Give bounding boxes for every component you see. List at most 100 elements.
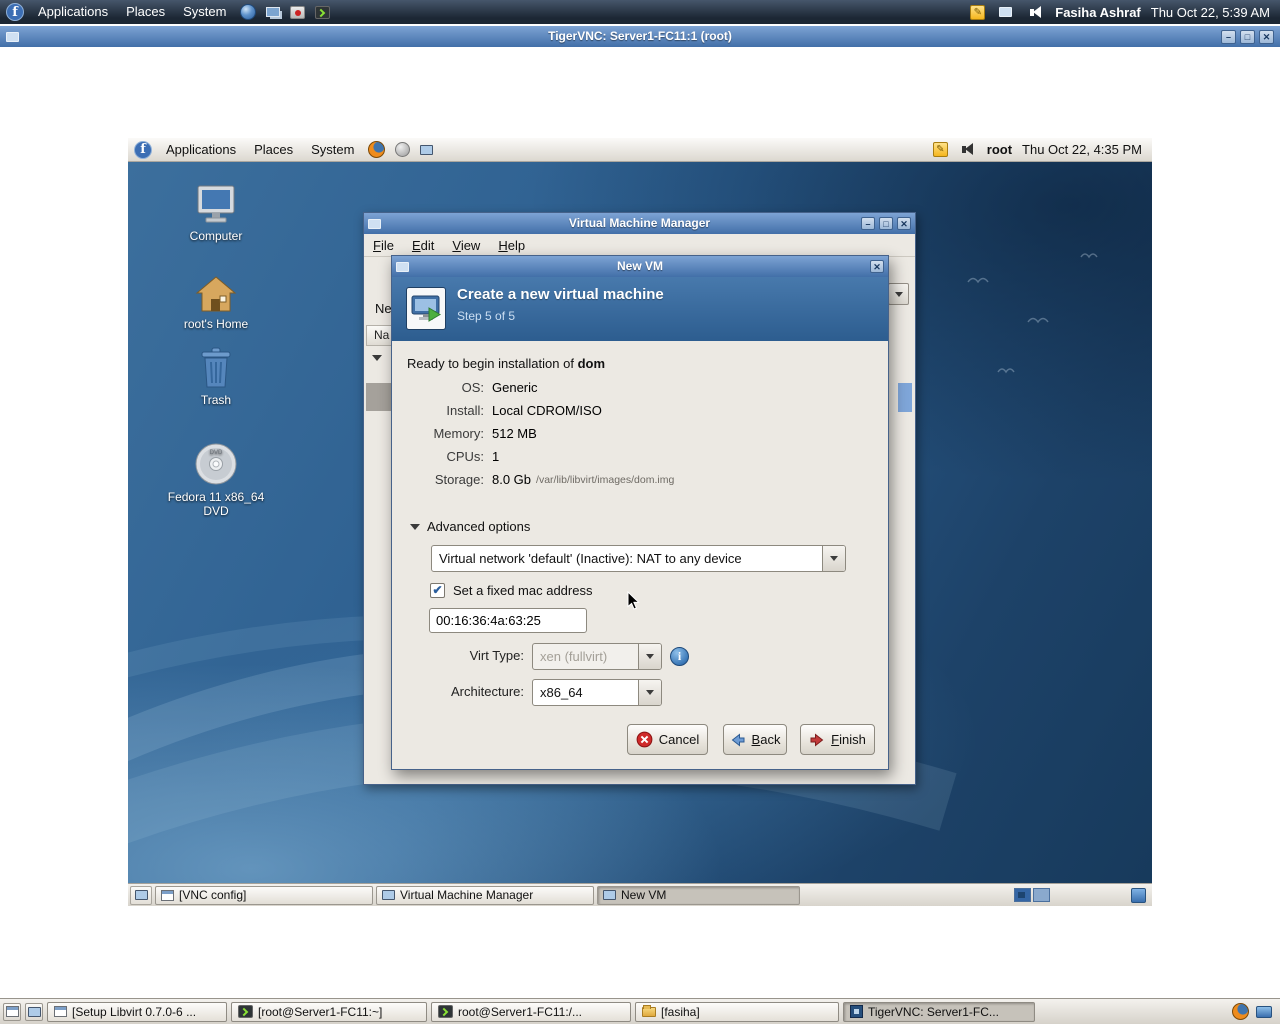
vmm-toolbar-fragment: Ne [375,301,392,316]
vnc-close-button[interactable]: ✕ [1259,29,1274,44]
host-taskbar-item-terminal-1[interactable]: [root@Server1-FC11:~] [231,1001,427,1022]
cancel-button[interactable]: Cancel [627,724,708,755]
host-taskbar-item-fasiha[interactable]: [fasiha] [635,1001,839,1022]
taskbar-item-new-vm[interactable]: New VM [597,885,800,905]
wizard-header-iconbox [406,287,446,330]
host-clock[interactable]: Thu Oct 22, 5:39 AM [1151,5,1270,20]
install-summary: OS: Generic Install: Local CDROM/ISO Mem… [407,376,674,491]
host-taskbar-item-terminal-2[interactable]: root@Server1-FC11:/... [431,1001,631,1022]
guest-selinux-alert-icon[interactable]: ✎ [932,142,948,157]
vnc-minimize-button[interactable]: – [1221,29,1236,44]
desktop-icon-home[interactable]: root's Home [161,274,271,331]
guest-display-icon[interactable] [420,144,434,155]
host-taskbar-item-setup-libvirt[interactable]: [Setup Libvirt 0.7.0-6 ... [47,1001,227,1022]
monitor-icon [382,890,395,900]
vmm-close-button[interactable]: ✕ [897,217,911,230]
software-update-icon[interactable] [395,142,411,157]
new-vm-close-button[interactable]: ✕ [870,260,884,273]
wizard-step: Step 5 of 5 [457,309,516,323]
guest-menu-places[interactable]: Places [246,138,301,162]
vmm-row-expander-icon[interactable] [372,355,382,376]
host-show-desktop-button[interactable] [3,1002,21,1021]
architecture-select[interactable]: x86_64 [532,679,662,706]
architecture-value: x86_64 [540,685,583,700]
remote-desktop-icon[interactable] [266,7,281,17]
show-desktop-button[interactable] [130,885,152,905]
desktop-icon-trash[interactable]: Trash [161,346,271,407]
monitor-icon [603,890,616,900]
taskbar-item-vnc-config[interactable]: [VNC config] [155,885,373,905]
vmm-menu-edit[interactable]: Edit [403,234,443,257]
host-menu-applications[interactable]: Applications [30,0,116,24]
guest-fedora-logo-icon[interactable]: f [134,140,152,159]
display-settings-icon[interactable] [999,7,1013,17]
desktop-icon-computer[interactable]: Computer [161,184,271,243]
guest-user-name[interactable]: root [987,142,1012,157]
guest-menu-system[interactable]: System [303,138,362,162]
network-select[interactable]: Virtual network 'default' (Inactive): NA… [431,545,846,572]
desktop-icon-fedora-dvd[interactable]: DVD Fedora 11 x86_64 DVD [161,441,271,518]
host-top-panel: f Applications Places System ✎ Fasiha As… [0,0,1280,24]
desktop-icon-label: Fedora 11 x86_64 DVD [167,490,265,518]
new-vm-dialog: New VM ✕ Create a new virtual machine St… [391,255,889,770]
info-icon[interactable]: i [670,647,689,666]
screen: f Applications Places System ✎ Fasiha As… [0,0,1280,1024]
host-menu-places[interactable]: Places [118,0,173,24]
summary-row-install: Install: Local CDROM/ISO [446,403,602,418]
guest-clock[interactable]: Thu Oct 22, 4:35 PM [1022,142,1142,157]
host-user-name[interactable]: Fasiha Ashraf [1055,5,1141,20]
guest-menu-applications[interactable]: Applications [158,138,244,162]
virt-type-dropdown-button[interactable] [638,644,661,669]
vmm-selected-row-fragment[interactable] [366,383,394,411]
back-arrow-icon [731,732,745,747]
vmm-menu-file[interactable]: File [364,234,403,257]
back-button[interactable]: Back [723,724,787,755]
browser-icon[interactable] [240,4,257,20]
vmm-view-dropdown-fragment[interactable] [888,283,909,305]
desktop-icon-label: Trash [200,393,232,407]
fixed-mac-label: Set a fixed mac address [453,583,593,598]
mac-address-input[interactable] [429,608,587,633]
fedora-logo-icon[interactable]: f [6,3,24,21]
vmm-menu-view[interactable]: View [443,234,489,257]
new-vm-titlebar[interactable]: New VM ✕ [392,256,888,277]
trash-applet-icon[interactable] [1131,887,1146,903]
volume-icon[interactable] [1030,5,1042,18]
desktop-icon-label: Computer [189,229,243,243]
host-window-list-icon[interactable] [25,1002,43,1021]
workspace-1[interactable] [1014,888,1031,902]
selinux-alert-icon[interactable]: ✎ [970,4,986,20]
taskbar-item-vmm[interactable]: Virtual Machine Manager [376,885,594,905]
fixed-mac-checkbox[interactable]: ✔ [430,583,445,598]
architecture-dropdown-button[interactable] [638,680,661,705]
host-taskbar-item-tigervnc[interactable]: TigerVNC: Server1-FC... [843,1001,1035,1022]
dvd-disc-icon: DVD [195,443,237,485]
cancel-label: Cancel [658,732,700,747]
vm-name: dom [577,356,606,371]
computer-icon [197,185,235,223]
advanced-options-expander[interactable]: Advanced options [410,519,530,534]
vmm-minimize-button[interactable]: – [861,217,875,230]
host-menu-system[interactable]: System [175,0,234,24]
window-icon [161,889,174,901]
vmm-maximize-button[interactable]: □ [879,217,893,230]
workspace-2[interactable] [1033,888,1050,902]
home-icon [195,276,237,312]
storage-path: /var/lib/libvirt/images/dom.img [536,473,675,486]
network-select-value: Virtual network 'default' (Inactive): NA… [439,551,742,566]
guest-volume-icon[interactable] [961,143,973,155]
vmm-menu-help[interactable]: Help [489,234,534,257]
display-tray-icon[interactable] [1256,1005,1272,1018]
summary-row-storage: Storage: 8.0 Gb /var/lib/libvirt/images/… [434,472,675,487]
screenshot-tool-icon[interactable] [290,5,306,19]
network-select-dropdown-button[interactable] [822,546,845,571]
finish-button[interactable]: Finish [800,724,875,755]
vnc-window-titlebar[interactable]: TigerVNC: Server1-FC11:1 (root) – □ ✕ [0,26,1280,47]
terminal-icon[interactable] [315,5,331,19]
firefox-tray-icon[interactable] [1232,1003,1249,1020]
vmm-titlebar[interactable]: Virtual Machine Manager – □ ✕ [364,213,915,234]
virt-type-value: xen (fullvirt) [540,649,608,664]
virt-type-select[interactable]: xen (fullvirt) [532,643,662,670]
firefox-icon[interactable] [368,141,386,158]
vnc-maximize-button[interactable]: □ [1240,29,1255,44]
